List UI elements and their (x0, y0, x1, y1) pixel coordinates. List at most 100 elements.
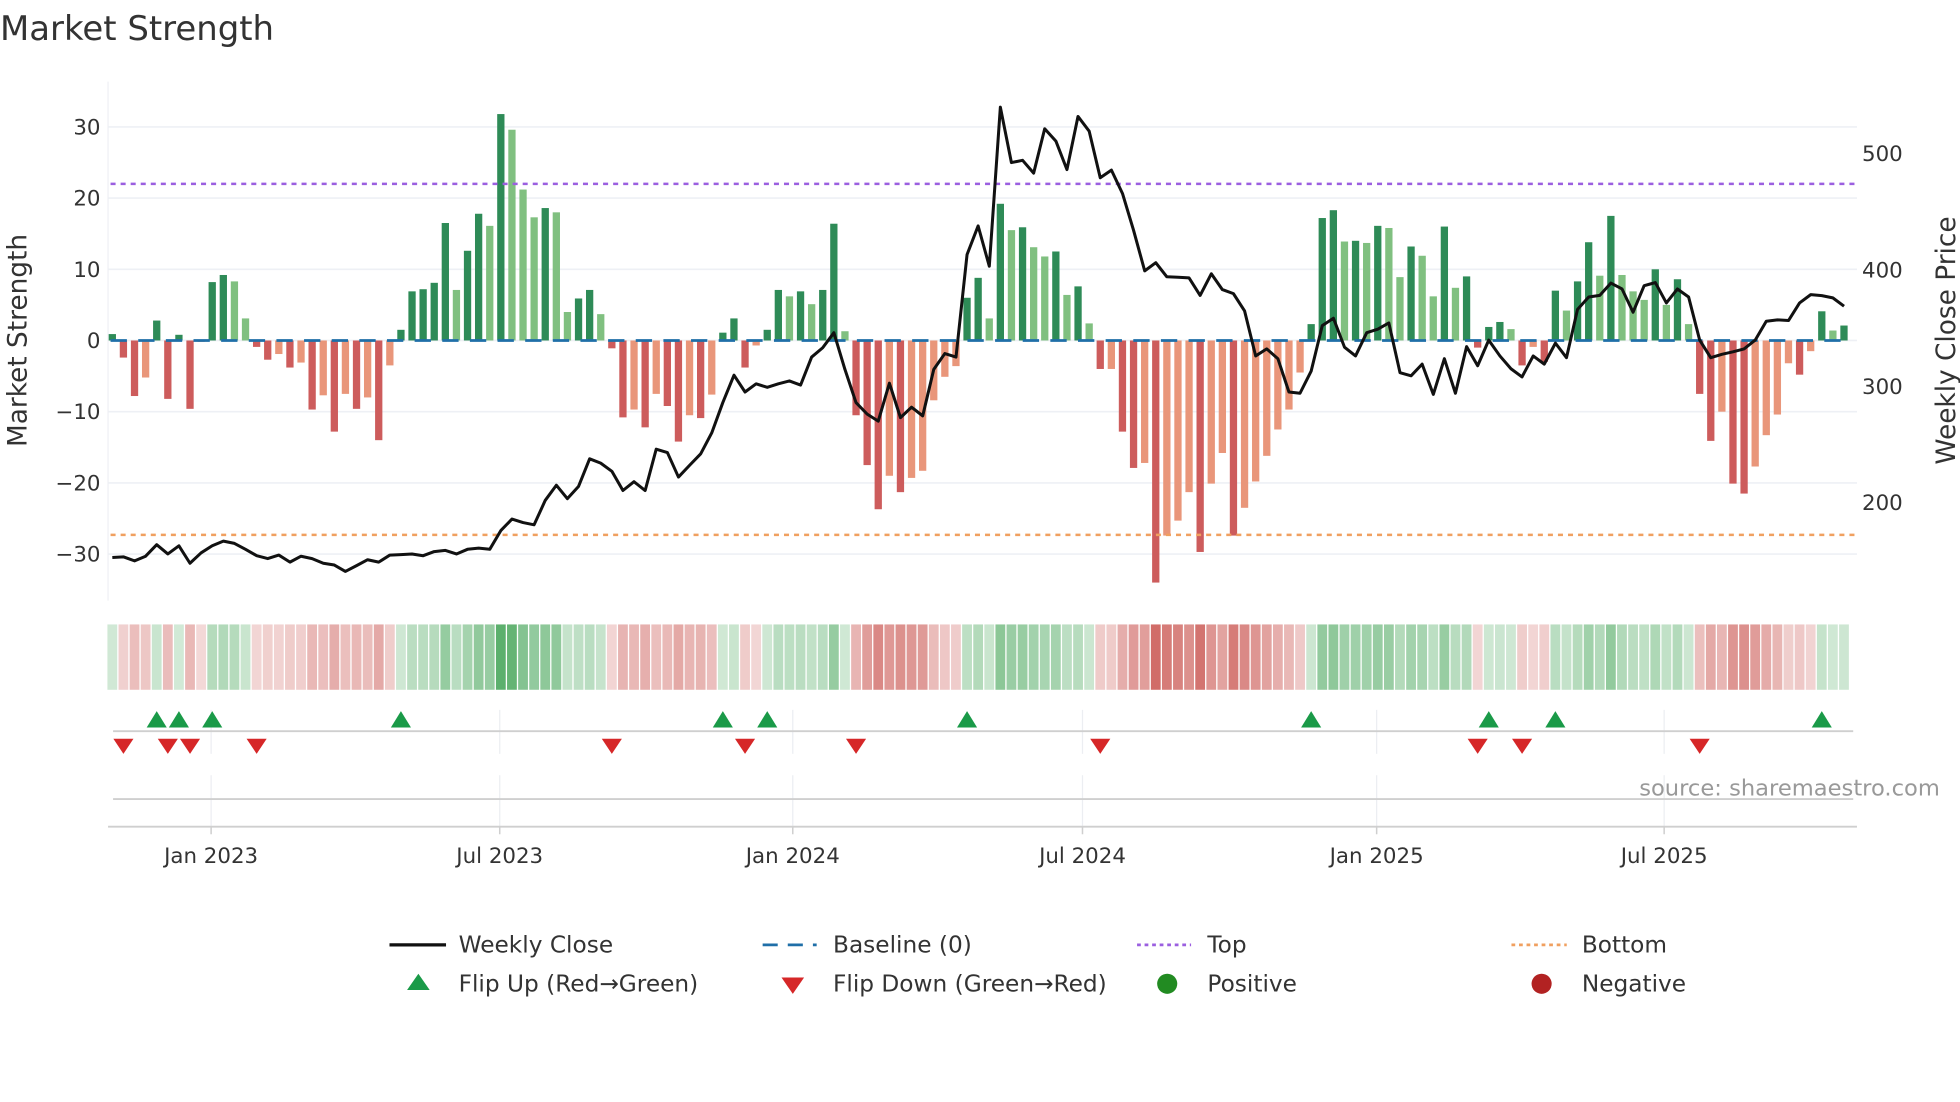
x-axis-ticks: Jan 2023 Jul 2023 Jan 2024 Jul 2024 Jan 2025… (162, 826, 1708, 869)
strength-bar (1363, 242, 1371, 341)
strip-cell (185, 624, 195, 690)
red-circle-icon (1531, 973, 1552, 994)
strip-cell (562, 624, 573, 690)
strength-bar (408, 291, 416, 341)
legend-label: Flip Up (Red→Green) (459, 970, 699, 997)
strength-bar (1607, 215, 1615, 341)
strip-cell (1073, 624, 1083, 690)
strip-cell (584, 624, 595, 690)
strength-bar (1485, 326, 1493, 341)
strength-bar (1118, 340, 1127, 432)
strength-bar (419, 289, 427, 341)
strip-cell (140, 624, 151, 690)
strip-cell (1494, 624, 1505, 690)
strength-bar (585, 289, 594, 341)
strip-cell (795, 624, 806, 690)
strip-cell (340, 624, 351, 690)
strip-cell (1039, 624, 1050, 690)
strength-bar (830, 223, 838, 341)
strength-bar (785, 296, 794, 341)
left-tick-label: −10 (55, 400, 100, 425)
right-tick-label: 500 (1862, 142, 1903, 167)
strip-cell (151, 624, 162, 690)
strength-bar (696, 340, 705, 419)
strength-bar (241, 318, 250, 341)
legend-item-weekly-close: Weekly Close (389, 931, 613, 958)
x-tick-label: Jan 2024 (744, 844, 840, 869)
strip-cell (1783, 624, 1794, 690)
strength-bar (1407, 246, 1415, 341)
vertical-gridlines (210, 709, 1665, 827)
strip-cell (973, 624, 984, 690)
strip-cell (1184, 624, 1194, 690)
strength-bar (1041, 256, 1049, 341)
strip-cell (384, 624, 395, 690)
strip-cell (373, 624, 384, 690)
strength-bar (1218, 340, 1227, 453)
strength-bar (330, 340, 338, 432)
strip-cell (695, 624, 706, 690)
strength-bar (1818, 311, 1826, 341)
legend-item-bottom: Bottom (1511, 931, 1667, 958)
strip-cell (1428, 624, 1439, 690)
strength-bar (1074, 286, 1082, 341)
strip-cell (1206, 624, 1217, 690)
strength-bar (885, 340, 893, 476)
strength-bar (1418, 255, 1426, 341)
strength-bar (1351, 240, 1360, 341)
strip-cell (462, 624, 473, 690)
strip-cell (507, 624, 517, 690)
strip-cell (1672, 624, 1683, 690)
strip-cell (484, 624, 495, 690)
left-tick-label: 20 (73, 187, 100, 212)
strip-cell (1228, 624, 1239, 690)
strip-cell (240, 624, 251, 690)
flip-up-marker (1478, 711, 1499, 728)
strength-bar (863, 340, 871, 466)
strength-bar (164, 340, 172, 399)
strip-cell (817, 624, 828, 690)
strength-bar (1451, 287, 1460, 341)
strength-bar (275, 340, 283, 355)
strip-cell (174, 624, 184, 690)
left-tick-label: 0 (87, 329, 101, 354)
strip-cell (1594, 624, 1605, 690)
strip-cell (318, 624, 329, 690)
strip-cell (1239, 624, 1250, 690)
strip-cell (262, 624, 273, 690)
strength-bar (1784, 340, 1793, 364)
legend-item-flip-down: Flip Down (Green→Red) (781, 970, 1107, 997)
strip-cell (118, 624, 129, 690)
strength-bar (774, 289, 782, 341)
strength-bar (486, 225, 494, 341)
flip-up-marker (168, 711, 189, 728)
strip-cell (1794, 624, 1805, 690)
strip-cell (495, 624, 506, 690)
strip-cell (606, 624, 617, 690)
strength-bar (1052, 251, 1060, 341)
strip-cell (706, 624, 717, 690)
strength-bar (1274, 340, 1282, 430)
strength-bar (1207, 340, 1215, 484)
strength-bar (652, 340, 660, 394)
strength-bar (141, 340, 150, 378)
strip-cell (1650, 624, 1661, 690)
legend-label: Flip Down (Green→Red) (833, 970, 1107, 997)
strength-bar (474, 213, 483, 341)
strip-cell (1195, 624, 1206, 690)
strength-bar (1640, 299, 1648, 341)
strength-bar (1684, 324, 1693, 341)
strength-bar (1030, 247, 1038, 341)
strength-bar (1007, 230, 1016, 341)
strength-bar (186, 340, 194, 409)
strength-bar (741, 340, 749, 368)
left-tick-label: 30 (73, 115, 100, 140)
flip-down-marker (179, 738, 201, 754)
strip-cell (1827, 624, 1838, 690)
strength-bar (597, 314, 605, 341)
flip-down-marker (1090, 738, 1111, 754)
strip-cell (784, 624, 795, 690)
strength-bar (819, 289, 827, 341)
strength-bar (641, 340, 649, 428)
strip-cell (540, 624, 551, 690)
